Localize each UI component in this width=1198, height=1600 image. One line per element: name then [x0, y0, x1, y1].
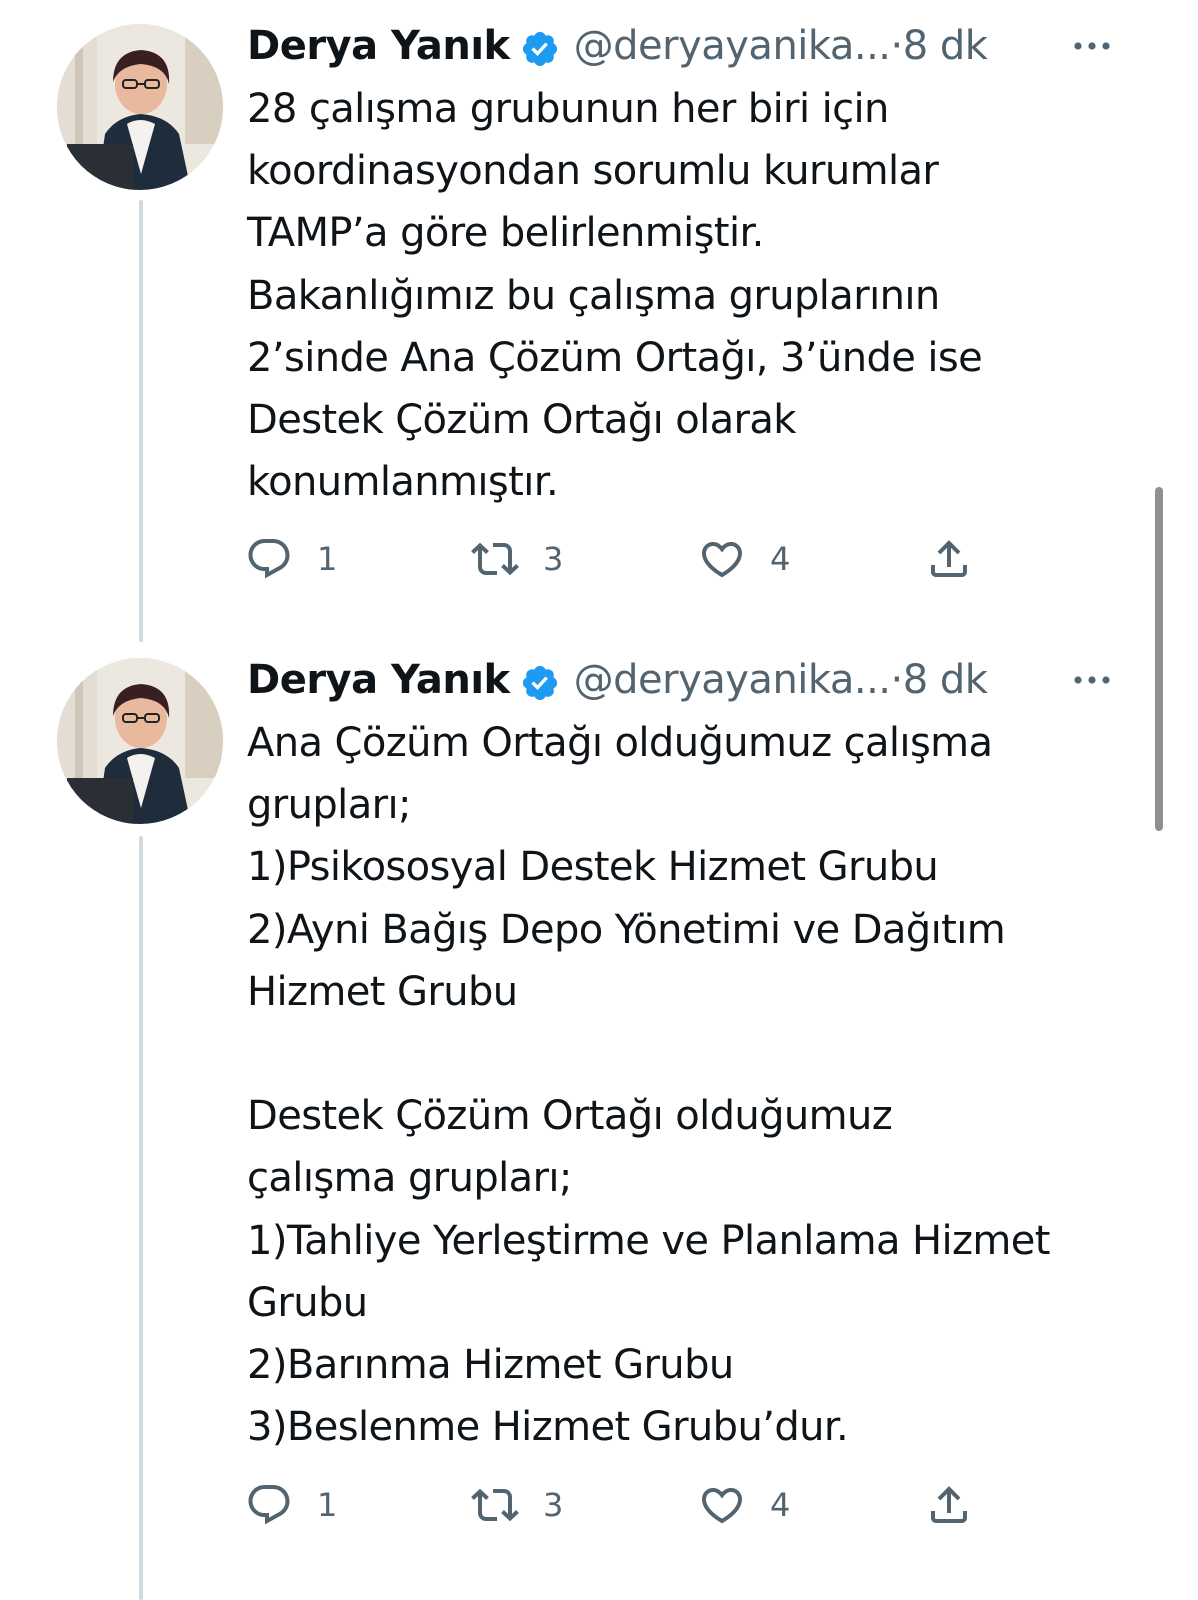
- author-photo: [57, 24, 223, 190]
- more-dots-icon[interactable]: [1072, 650, 1112, 710]
- scrollbar[interactable]: [1155, 487, 1163, 831]
- share-button[interactable]: [925, 534, 973, 584]
- retweet-button[interactable]: 3: [471, 1480, 563, 1530]
- verified-badge-icon: [520, 26, 560, 67]
- share-upload-icon: [931, 540, 967, 577]
- tweet-time[interactable]: ·8 dk: [891, 16, 988, 76]
- thread-line: [139, 200, 143, 642]
- author-handle[interactable]: @deryayanika...: [574, 16, 891, 76]
- retweet-arrows-icon: [471, 1488, 519, 1522]
- retweet-button[interactable]: 3: [471, 534, 563, 584]
- retweet-count: 3: [543, 1486, 564, 1524]
- avatar[interactable]: [57, 658, 223, 824]
- retweet-arrows-icon: [471, 542, 519, 576]
- tweet-text: 28 çalışma grubunun her biri için koordi…: [247, 86, 983, 506]
- reply-button[interactable]: 1: [245, 1480, 337, 1530]
- share-upload-icon: [931, 1486, 967, 1523]
- author-name[interactable]: Derya Yanık: [247, 650, 510, 710]
- reply-count: 1: [317, 1486, 338, 1524]
- heart-icon: [701, 1488, 743, 1524]
- tweet-header: Derya Yanık @deryayanika... ·8 dk: [247, 16, 1147, 76]
- share-button[interactable]: [925, 1480, 973, 1530]
- author-name[interactable]: Derya Yanık: [247, 16, 510, 76]
- heart-icon: [701, 542, 743, 578]
- tweet-time[interactable]: ·8 dk: [891, 650, 988, 710]
- thread-line: [139, 836, 143, 1600]
- author-handle[interactable]: @deryayanika...: [574, 650, 891, 710]
- like-count: 4: [770, 1486, 791, 1524]
- like-button[interactable]: 4: [698, 534, 790, 584]
- like-count: 4: [770, 540, 791, 578]
- more-dots-icon[interactable]: [1072, 16, 1112, 76]
- tweet-header: Derya Yanık @deryayanika... ·8 dk: [247, 650, 1147, 710]
- verified-badge-icon: [520, 660, 560, 701]
- tweet-actions: 1 3 4: [245, 1480, 1005, 1530]
- retweet-count: 3: [543, 540, 564, 578]
- tweet-actions: 1 3 4: [245, 534, 1005, 584]
- reply-bubble-icon: [248, 1485, 290, 1525]
- avatar[interactable]: [57, 24, 223, 190]
- tweet-text: Ana Çözüm Ortağı olduğumuz çalışma grupl…: [247, 720, 1050, 1451]
- reply-button[interactable]: 1: [245, 534, 337, 584]
- reply-count: 1: [317, 540, 338, 578]
- author-photo: [57, 658, 223, 824]
- like-button[interactable]: 4: [698, 1480, 790, 1530]
- reply-bubble-icon: [248, 539, 290, 579]
